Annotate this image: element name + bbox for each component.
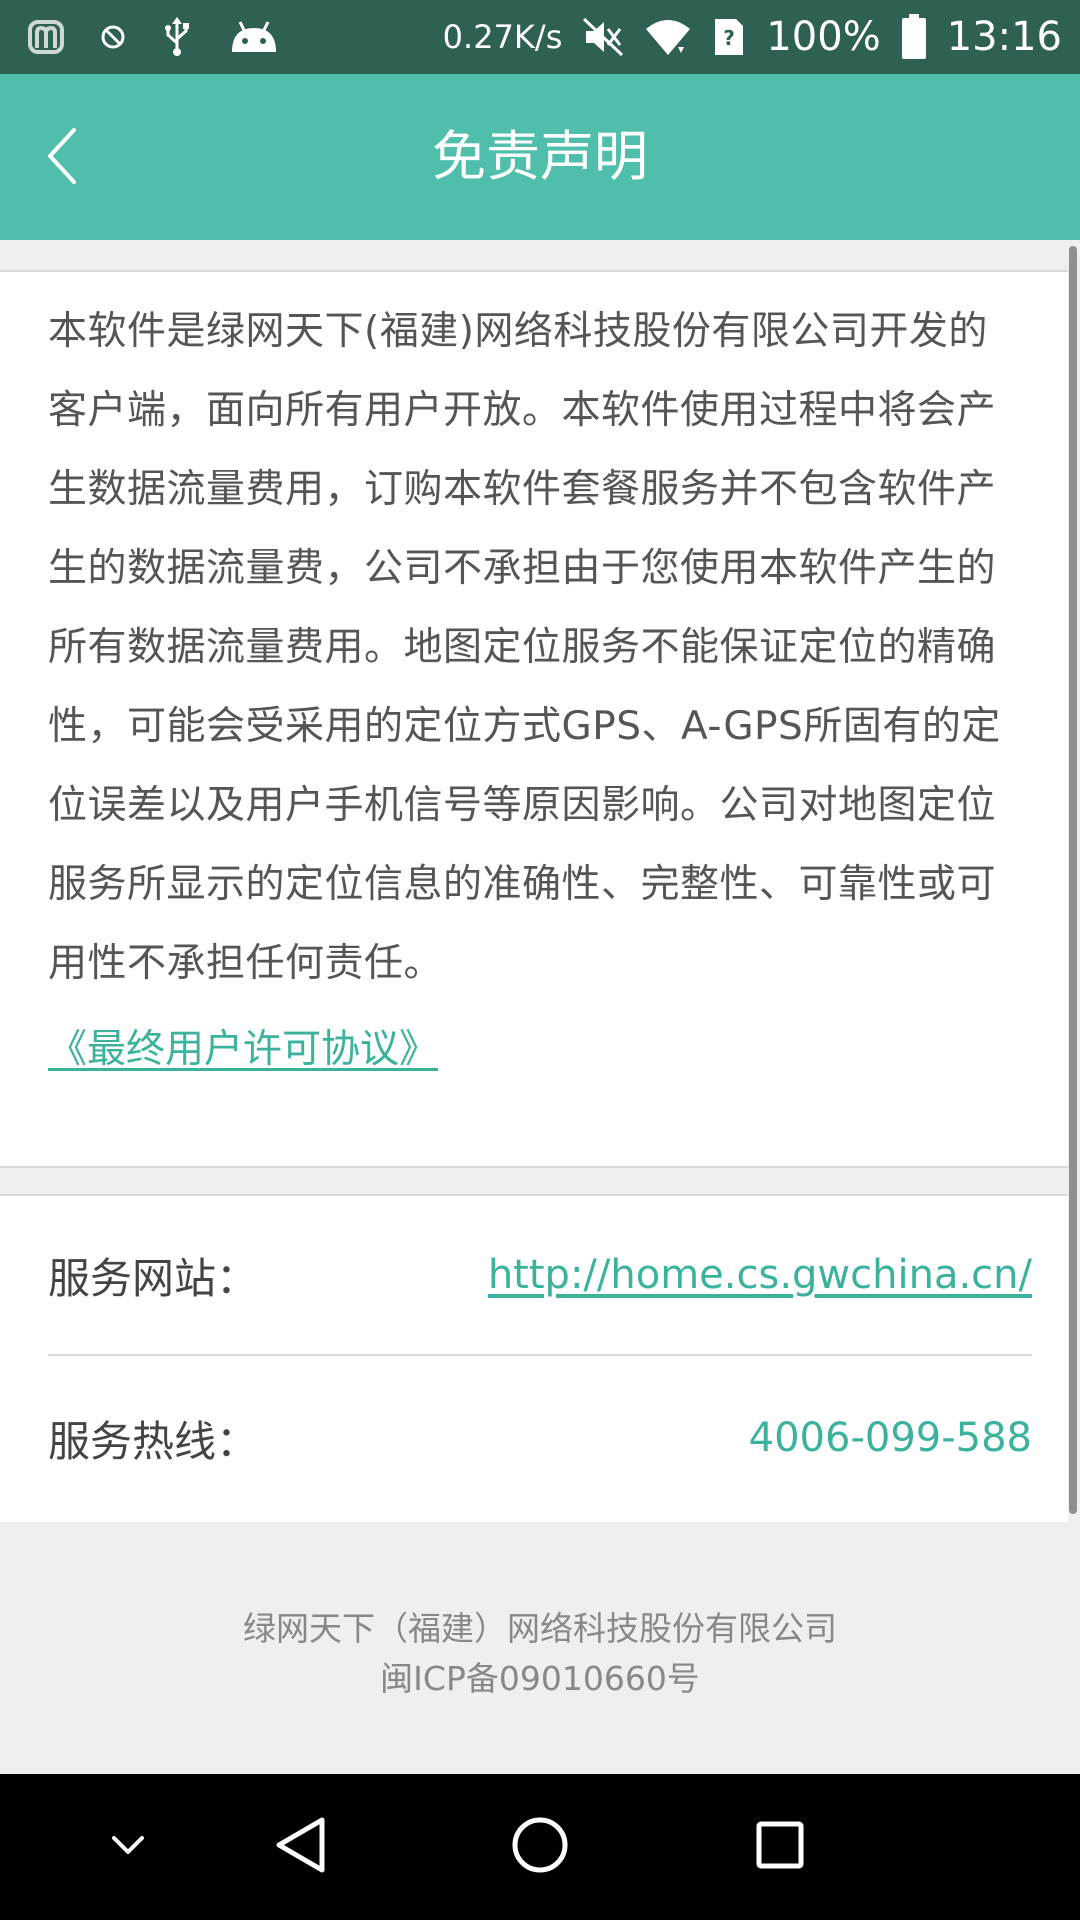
sim-unknown-icon: ? [712,16,746,58]
screen: 0.27K/s ? 100% 13:16 免责声明 本软件是绿网天下(福建)网络… [0,0,1080,1920]
hide-keyboard-button[interactable] [68,1774,188,1920]
website-label: 服务网站： [48,1253,259,1303]
svg-text:?: ? [724,26,736,50]
hotline-number[interactable]: 4006-099-588 [749,1415,1032,1461]
app-m-icon [28,20,64,54]
app-bar: 免责声明 [0,74,1080,240]
website-link[interactable]: http://home.cs.gwchina.cn/ [488,1252,1032,1298]
back-button[interactable] [22,118,102,198]
footer-icp: 闽ICP备09010660号 [380,1659,700,1698]
blocked-icon [100,24,126,50]
clock: 13:16 [946,14,1062,60]
network-speed: 0.27K/s [442,18,563,56]
scrollbar-thumb[interactable] [1069,246,1077,1514]
license-agreement-link[interactable]: 《最终用户许可协议》 [48,1018,438,1074]
disclaimer-body: 本软件是绿网天下(福建)网络科技股份有限公司开发的客户端，面向所有用户开放。本软… [48,309,1001,986]
wifi-icon [644,17,692,57]
footer-company: 绿网天下（福建）网络科技股份有限公司 [243,1609,837,1648]
chevron-down-icon [108,1830,148,1864]
page-title: 免责声明 [432,125,648,188]
status-bar: 0.27K/s ? 100% 13:16 [0,0,1080,74]
chevron-left-icon [40,124,84,192]
nav-recents-button[interactable] [720,1774,840,1920]
back-triangle-icon [272,1815,328,1879]
mute-icon [582,17,624,57]
contact-card: 服务网站： http://home.cs.gwchina.cn/ 服务热线： 4… [0,1194,1068,1522]
android-icon [228,18,280,56]
nav-bar [0,1774,1080,1920]
scrollbar[interactable] [1066,246,1080,1514]
disclaimer-card: 本软件是绿网天下(福建)网络科技股份有限公司开发的客户端，面向所有用户开放。本软… [0,270,1068,1168]
hotline-row: 服务热线： 4006-099-588 [48,1358,1032,1518]
nav-home-button[interactable] [480,1774,600,1920]
home-circle-icon [510,1815,570,1879]
battery-full-icon [901,14,927,60]
recents-square-icon [754,1819,806,1875]
nav-back-button[interactable] [240,1774,360,1920]
hotline-label: 服务热线： [48,1416,259,1466]
status-bar-left [28,0,280,74]
battery-percent: 100% [766,14,881,60]
website-row: 服务网站： http://home.cs.gwchina.cn/ [48,1196,1032,1356]
status-bar-right: 0.27K/s ? 100% 13:16 [443,0,1062,74]
usb-icon [162,17,192,57]
footer: 绿网天下（福建）网络科技股份有限公司 闽ICP备09010660号 [0,1522,1080,1774]
